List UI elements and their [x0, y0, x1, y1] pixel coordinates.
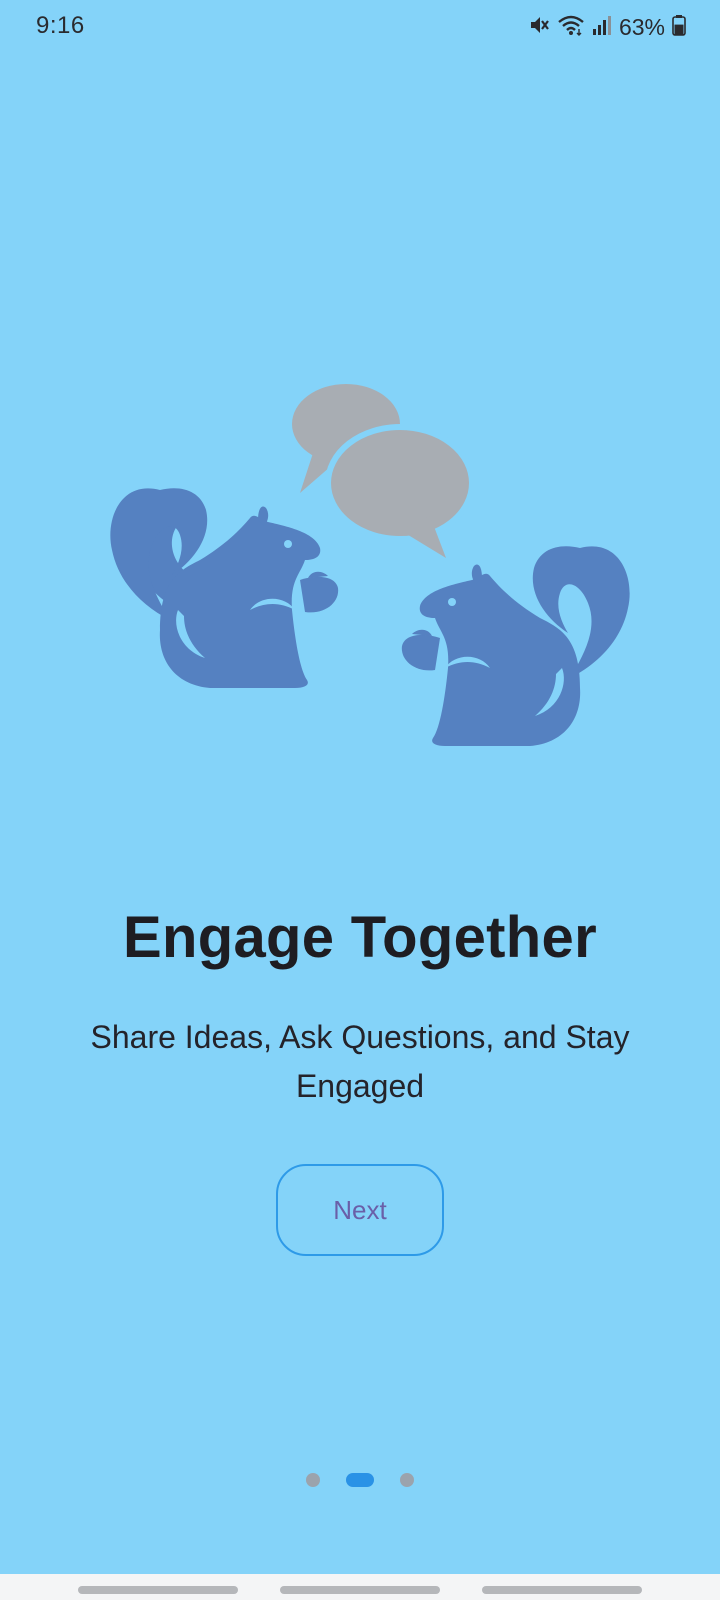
next-button[interactable]: Next: [276, 1164, 444, 1256]
wifi-icon: [557, 14, 585, 41]
next-button-label: Next: [333, 1194, 387, 1225]
mute-icon: [528, 14, 550, 41]
status-icons: 63%: [528, 13, 686, 41]
squirrel-right-icon: [401, 546, 630, 746]
page-dot-3[interactable]: [400, 1473, 414, 1487]
battery-icon: [672, 14, 686, 41]
page-dot-2[interactable]: [346, 1473, 374, 1487]
page-dot-1[interactable]: [306, 1473, 320, 1487]
recents-handle[interactable]: [78, 1586, 238, 1594]
signal-icon: [592, 14, 612, 41]
home-handle[interactable]: [280, 1586, 440, 1594]
battery-percent: 63%: [618, 13, 665, 40]
status-bar: 9:16 63%: [0, 0, 720, 56]
onboarding-subtitle: Share Ideas, Ask Questions, and Stay Eng…: [90, 1019, 630, 1104]
onboarding-title: Engage Together: [123, 905, 597, 970]
navigation-bar: [0, 1574, 720, 1600]
status-time: 9:16: [36, 12, 85, 39]
squirrel-left-icon: [110, 488, 339, 688]
squirrels-chatting-illustration: [100, 380, 640, 770]
page-indicator: [0, 1472, 720, 1488]
back-handle[interactable]: [482, 1586, 642, 1594]
speech-bubble-icon: [325, 424, 475, 558]
